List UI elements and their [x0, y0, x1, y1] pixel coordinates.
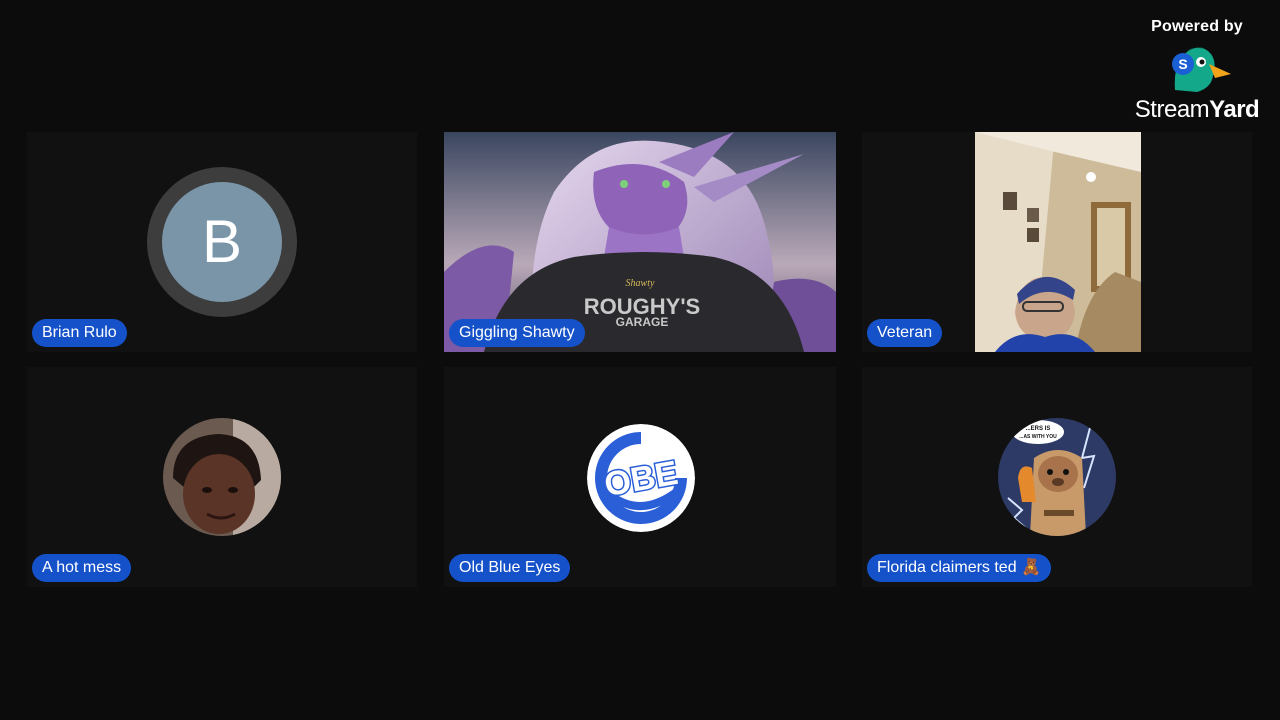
participant-name-tag: Brian Rulo: [32, 319, 127, 347]
avatar-ring: B: [147, 167, 297, 317]
participant-tile-giggling-shawty[interactable]: ROUGHY'S GARAGE Shawty Giggling Shawty: [444, 132, 836, 352]
speech-bubble-text-2: ...AS WITH YOU: [1019, 434, 1057, 440]
participant-tile-veteran[interactable]: Veteran: [862, 132, 1252, 352]
streamyard-duck-icon: S: [1172, 47, 1231, 92]
participant-tile-brian-rulo[interactable]: B Brian Rulo: [27, 132, 417, 352]
participant-name-tag: A hot mess: [32, 554, 132, 582]
participant-name-tag: Florida claimers ted 🧸: [867, 554, 1051, 582]
participant-name-tag: Veteran: [867, 319, 943, 347]
participant-tile-old-blue-eyes[interactable]: OBE Old Blue Eyes: [444, 367, 836, 587]
participant-name-tag: Old Blue Eyes: [449, 554, 571, 582]
necklace-text: Shawty: [626, 278, 655, 289]
participant-name-tag: Giggling Shawty: [449, 319, 585, 347]
participant-avatar-photo: [163, 418, 281, 536]
participant-avatar-logo: OBE: [587, 424, 695, 532]
participant-tile-a-hot-mess[interactable]: A hot mess: [27, 367, 417, 587]
streamyard-wordmark: StreamYard: [1122, 96, 1272, 124]
participant-avatar-photo: ...ERS IS ...AS WITH YOU: [998, 418, 1116, 536]
shirt-text-garage: GARAGE: [616, 315, 669, 329]
letter-avatar: B: [162, 182, 282, 302]
participant-tile-florida-claimers-ted[interactable]: ...ERS IS ...AS WITH YOU Florida claimer…: [862, 367, 1252, 587]
svg-text:S: S: [1178, 56, 1187, 72]
participant-video: [975, 132, 1141, 352]
powered-by-label: Powered by: [1151, 18, 1243, 35]
speech-bubble-text-1: ...ERS IS: [1026, 426, 1051, 432]
wordmark-light: Stream: [1134, 96, 1210, 123]
wordmark-bold: Yard: [1209, 96, 1260, 123]
streamyard-branding: Powered by S StreamYard: [1122, 18, 1272, 124]
